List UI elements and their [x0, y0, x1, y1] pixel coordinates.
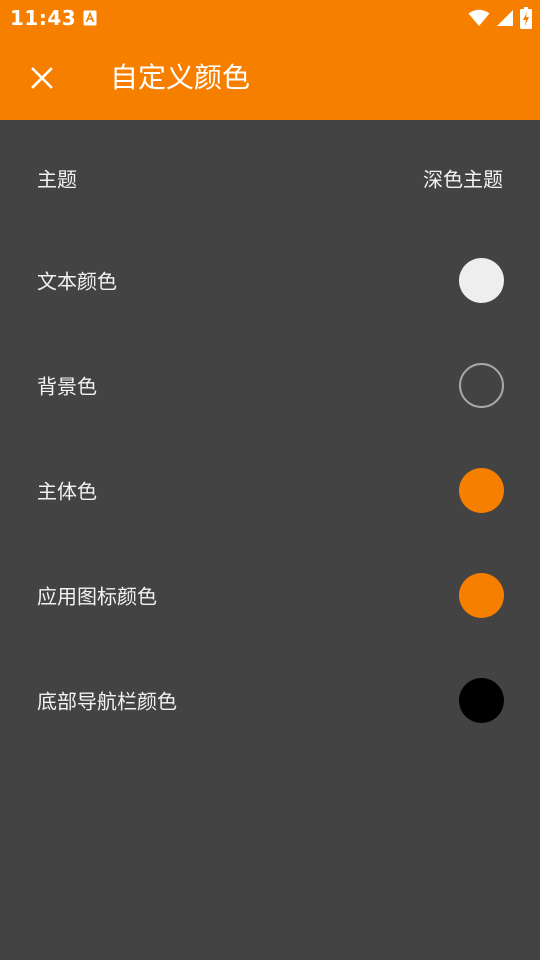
- page-title: 自定义颜色: [110, 61, 251, 94]
- status-icons: [468, 7, 532, 29]
- nav-bar-color-row[interactable]: 底部导航栏颜色: [0, 650, 540, 750]
- status-bar: 11:43: [0, 0, 540, 36]
- background-color-swatch[interactable]: [459, 363, 504, 408]
- screen: 11:43 自定义颜色 主题 深色主题 文本颜色 背景色 主体色 应用图标颜色 …: [0, 0, 540, 960]
- signal-icon: [497, 10, 513, 26]
- primary-color-swatch[interactable]: [459, 468, 504, 513]
- app-icon-color-row[interactable]: 应用图标颜色: [0, 545, 540, 645]
- nav-bar-color-swatch[interactable]: [459, 678, 504, 723]
- close-button[interactable]: [18, 54, 66, 102]
- text-color-row[interactable]: 文本颜色: [0, 230, 540, 330]
- close-icon: [31, 67, 53, 89]
- theme-value: 深色主题: [423, 167, 503, 192]
- app-icon-color-swatch[interactable]: [459, 573, 504, 618]
- status-time: 11:43: [10, 6, 77, 30]
- accessibility-a-icon: [83, 10, 97, 26]
- primary-color-label: 主体色: [37, 479, 97, 504]
- background-color-label: 背景色: [37, 374, 97, 399]
- app-bar: 自定义颜色: [0, 36, 540, 120]
- text-color-swatch[interactable]: [459, 258, 504, 303]
- theme-row[interactable]: 主题 深色主题: [0, 128, 540, 228]
- wifi-icon: [468, 9, 490, 26]
- theme-label: 主题: [37, 167, 77, 192]
- app-icon-color-label: 应用图标颜色: [37, 584, 157, 609]
- nav-bar-color-label: 底部导航栏颜色: [37, 689, 177, 714]
- text-color-label: 文本颜色: [37, 269, 117, 294]
- primary-color-row[interactable]: 主体色: [0, 440, 540, 540]
- battery-charging-icon: [520, 7, 532, 29]
- background-color-row[interactable]: 背景色: [0, 335, 540, 435]
